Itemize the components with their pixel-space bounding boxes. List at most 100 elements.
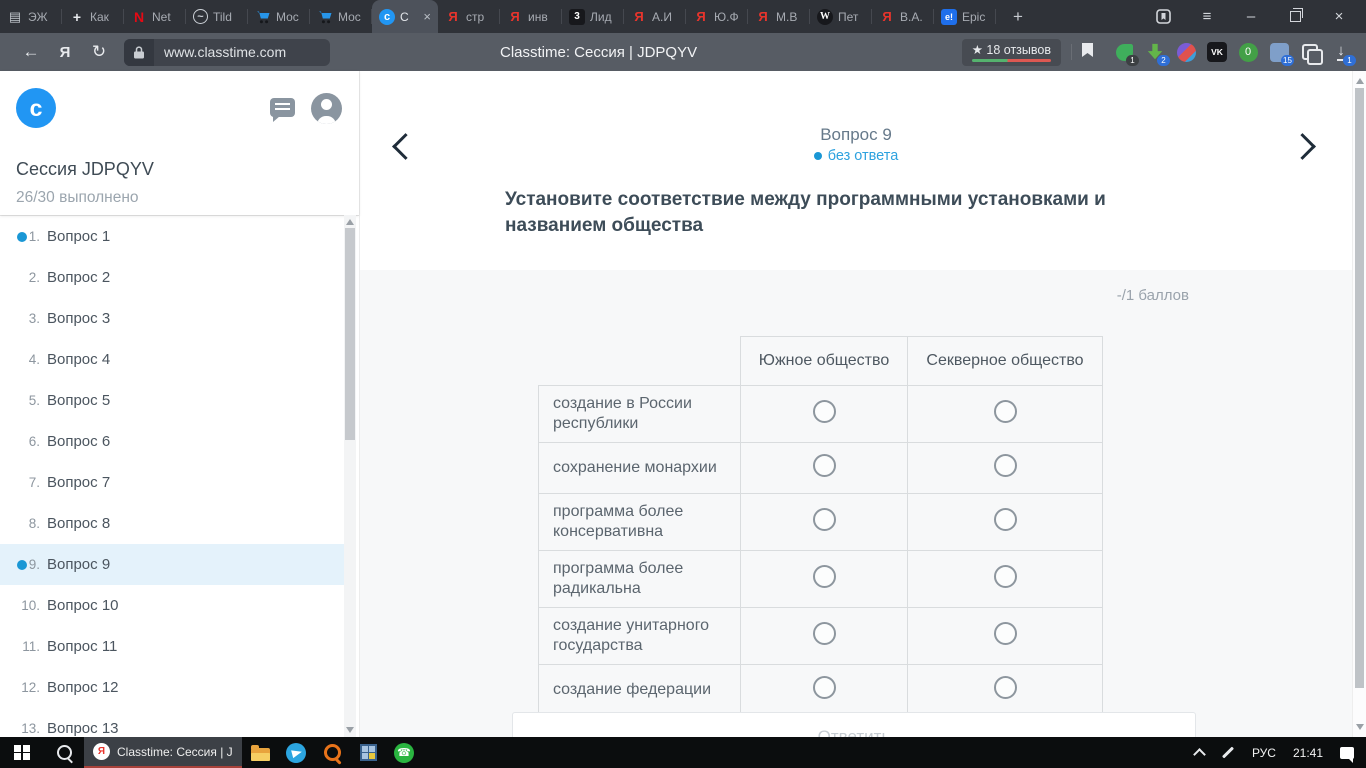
download-badge: 1	[1343, 55, 1356, 66]
radio-row5-col2[interactable]	[993, 622, 1017, 645]
search-app-button[interactable]	[314, 737, 350, 768]
language-indicator[interactable]: РУС	[1252, 746, 1276, 760]
back-icon[interactable]: ←	[14, 42, 48, 62]
tab-yandex-str[interactable]: Ястр	[438, 0, 500, 33]
cart-icon	[255, 9, 271, 25]
scroll-up-icon[interactable]	[346, 219, 354, 225]
tab-tilda[interactable]: ~ Tild	[186, 0, 248, 33]
yandex-home-icon[interactable]: Я	[48, 44, 82, 61]
reload-icon[interactable]: ↻	[82, 42, 116, 62]
scrollbar-thumb[interactable]	[345, 228, 355, 440]
extension-vk-icon[interactable]: VK	[1206, 41, 1228, 63]
scroll-up-icon[interactable]	[1356, 78, 1364, 84]
radio-row2-col2[interactable]	[993, 454, 1017, 477]
tab-shop-2[interactable]: Мос	[310, 0, 372, 33]
question-text: Установите соответствие между программны…	[505, 189, 1106, 236]
extension-savefrom-icon[interactable]	[1175, 41, 1197, 63]
collections-icon[interactable]	[1299, 41, 1323, 65]
site-reviews-button[interactable]: ★ 18 отзывов	[961, 38, 1061, 66]
sidebar-item-question-8[interactable]: 8. Вопрос 8	[0, 503, 345, 544]
tab-yandex-yuf[interactable]: Я Ю.Ф	[686, 0, 748, 33]
close-tab-icon[interactable]: ×	[423, 10, 431, 23]
taskbar-window-browser[interactable]: Я Classtime: Сессия | J...	[84, 737, 242, 768]
minimize-icon[interactable]: –	[1242, 8, 1260, 26]
sidebar-item-question-10[interactable]: 10. Вопрос 10	[0, 585, 345, 626]
whatsapp-button[interactable]: ☎	[386, 737, 422, 768]
extension-leaf-icon[interactable]: 1	[1113, 41, 1139, 66]
sidebar-item-question-7[interactable]: 7. Вопрос 7	[0, 462, 345, 503]
bookmark-flag-icon[interactable]	[1082, 42, 1093, 62]
session-title: Сессия JDPQYV	[16, 159, 154, 179]
tab-shop-1[interactable]: Мос	[248, 0, 310, 33]
sidebar-item-question-3[interactable]: 3. Вопрос 3	[0, 298, 345, 339]
scrollbar-thumb[interactable]	[1355, 88, 1364, 688]
avatar[interactable]	[311, 93, 342, 124]
ext-badge: 15	[1281, 55, 1294, 66]
lock-icon[interactable]	[124, 38, 154, 66]
new-tab-button[interactable]: +	[996, 0, 1040, 33]
sidebar-item-question-6[interactable]: 6. Вопрос 6	[0, 421, 345, 462]
submit-answer-button[interactable]: Ответить	[512, 712, 1196, 737]
radio-row6-col1[interactable]	[812, 676, 836, 699]
action-center-icon[interactable]	[1340, 746, 1354, 763]
radio-row4-col1[interactable]	[812, 565, 836, 588]
table-row: программа более консервативна	[538, 493, 1103, 551]
pixel-app-button[interactable]	[350, 737, 386, 768]
tab-kak[interactable]: + Как	[62, 0, 124, 33]
chat-icon[interactable]	[270, 98, 295, 122]
sidebar-item-question-9[interactable]: 9. Вопрос 9	[0, 544, 345, 585]
tray-expand-icon[interactable]	[1193, 747, 1206, 761]
search-icon	[56, 745, 72, 760]
close-window-icon[interactable]: ×	[1330, 8, 1348, 26]
tab-yandex-inv[interactable]: Яинв	[500, 0, 562, 33]
radio-row3-col2[interactable]	[993, 508, 1017, 531]
scroll-down-icon[interactable]	[1356, 724, 1364, 730]
restore-icon[interactable]	[1286, 7, 1304, 26]
browser-tab-bar: ▤ ЭЖ + Как N Net ~ Tild Мос Мос c C × Ястр Яин…	[0, 0, 1366, 33]
sidebar-item-question-11[interactable]: 11. Вопрос 11	[0, 626, 345, 667]
extension-tabs-icon[interactable]: 15	[1268, 41, 1294, 66]
extension-adguard-icon[interactable]: 0	[1237, 41, 1259, 63]
sidebar-item-question-1[interactable]: 1. Вопрос 1	[0, 216, 345, 257]
page-scrollbar[interactable]	[1352, 71, 1366, 737]
downloads-icon[interactable]: ↓ 1	[1330, 41, 1356, 66]
sidebar-item-question-13[interactable]: 13. Вопрос 13	[0, 708, 345, 737]
sidebar-scrollbar[interactable]	[344, 215, 356, 737]
start-button[interactable]	[0, 737, 44, 768]
radio-row1-col2[interactable]	[993, 400, 1017, 423]
taskbar-search-button[interactable]	[44, 737, 84, 768]
tab-epic[interactable]: e! Epic	[934, 0, 996, 33]
sidebar-item-question-2[interactable]: 2. Вопрос 2	[0, 257, 345, 298]
extension-installer-icon[interactable]: 2	[1144, 41, 1170, 66]
tab-netflix[interactable]: N Net	[124, 0, 186, 33]
tab-ezh[interactable]: ▤ ЭЖ	[0, 0, 62, 33]
tab-yandex-mv[interactable]: Я М.В	[748, 0, 810, 33]
radio-row1-col1[interactable]	[812, 400, 836, 423]
menu-icon[interactable]: ≡	[1198, 8, 1216, 26]
tab-yandex-ai[interactable]: Я А.И	[624, 0, 686, 33]
file-explorer-button[interactable]	[242, 737, 278, 768]
sidebar-item-question-4[interactable]: 4. Вопрос 4	[0, 339, 345, 380]
windows-ink-icon[interactable]	[1221, 746, 1234, 759]
radio-row5-col1[interactable]	[812, 622, 836, 645]
sidebar-item-question-5[interactable]: 5. Вопрос 5	[0, 380, 345, 421]
tab-wikipedia[interactable]: W Пет	[810, 0, 872, 33]
bookmarks-panel-icon[interactable]	[1154, 8, 1172, 26]
radio-row4-col2[interactable]	[993, 565, 1017, 588]
whatsapp-icon: ☎	[394, 742, 414, 763]
address-bar[interactable]: www.classtime.com	[124, 38, 330, 66]
scroll-down-icon[interactable]	[346, 727, 354, 733]
clock[interactable]: 21:41	[1293, 746, 1323, 760]
column-header-south: Южное общество	[740, 336, 908, 386]
page-title: Classtime: Сессия | JDPQYV	[500, 43, 698, 61]
tab-classtime-active[interactable]: c C ×	[372, 0, 438, 33]
radio-row2-col1[interactable]	[812, 454, 836, 477]
classtime-logo[interactable]: c	[16, 88, 56, 128]
tab-lid[interactable]: 3 Лид	[562, 0, 624, 33]
yandex-icon: Я	[882, 9, 892, 24]
sidebar-item-question-12[interactable]: 12. Вопрос 12	[0, 667, 345, 708]
telegram-button[interactable]	[278, 737, 314, 768]
tab-yandex-va[interactable]: Я В.А.	[872, 0, 934, 33]
radio-row3-col1[interactable]	[812, 508, 836, 531]
radio-row6-col2[interactable]	[993, 676, 1017, 699]
